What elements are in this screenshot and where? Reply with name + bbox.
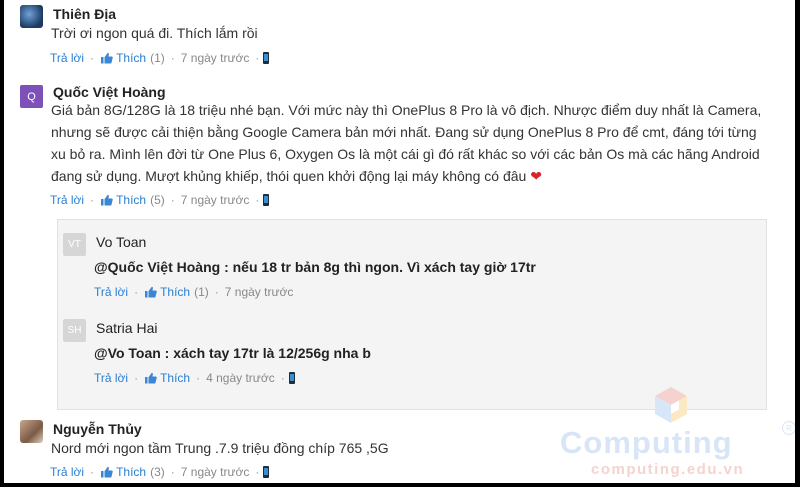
comment-actions: Trả lời · Thích (5) · 7 ngày trước ·	[50, 192, 270, 208]
comment-author[interactable]: Thiên Địa	[53, 6, 116, 22]
reply-text: @Quốc Việt Hoàng : nếu 18 tr bản 8g thì …	[94, 259, 536, 275]
watermark-brand: Computing	[560, 425, 733, 460]
like-label: Thích	[116, 193, 147, 207]
mobile-device-icon	[263, 194, 270, 206]
separator: ·	[90, 465, 95, 479]
reply-text: @Vo Toan : xách tay 17tr là 12/256g nha …	[94, 345, 371, 361]
separator: ·	[134, 285, 139, 299]
comment-text-line: đang sử dụng. Mượt khủng khiếp, thói que…	[51, 165, 781, 187]
separator: ·	[170, 465, 175, 479]
mobile-device-icon	[263, 466, 270, 478]
separator: ·	[90, 51, 95, 65]
like-count: (1)	[150, 51, 165, 65]
replies-box: VT Vo Toan @Quốc Việt Hoàng : nếu 18 tr …	[57, 219, 767, 410]
like-count: (3)	[150, 465, 165, 479]
like-button[interactable]: Thích	[144, 285, 190, 299]
avatar[interactable]	[20, 420, 43, 443]
comment-time: 7 ngày trước	[180, 193, 250, 207]
comment-text-fragment: đang sử dụng. Mượt khủng khiếp, thói que…	[51, 168, 527, 184]
like-label: Thích	[116, 51, 147, 65]
like-button[interactable]: Thích	[100, 193, 146, 207]
watermark-site: computing.edu.vn	[591, 461, 745, 478]
reply-author[interactable]: Satria Hai	[96, 320, 157, 336]
separator: ·	[170, 51, 175, 65]
reply-link[interactable]: Trả lời	[50, 51, 84, 65]
avatar[interactable]: VT	[63, 233, 86, 256]
like-label: Thích	[160, 371, 191, 385]
avatar[interactable]	[20, 5, 43, 28]
reply-link[interactable]: Trả lời	[50, 193, 84, 207]
reply-link[interactable]: Trả lời	[94, 285, 128, 299]
reply-actions: Trả lời · Thích (1) · 7 ngày trước	[94, 284, 293, 300]
comment-time: 7 ngày trước	[180, 51, 250, 65]
reply-link[interactable]: Trả lời	[94, 371, 128, 385]
watermark-logo: Computing R computing.edu.vn	[552, 383, 795, 483]
avatar[interactable]: Q	[20, 85, 43, 108]
mobile-device-icon	[288, 372, 295, 384]
like-label: Thích	[160, 285, 191, 299]
thumbs-up-icon	[145, 286, 157, 298]
registered-icon: R	[782, 421, 795, 435]
comment-list: Thiên Địa Trời ơi ngon quá đi. Thích lắm…	[4, 0, 795, 483]
like-count: (5)	[150, 193, 165, 207]
separator: ·	[214, 285, 219, 299]
heart-icon: ❤	[530, 168, 542, 184]
comment-text: Trời ơi ngon quá đi. Thích lắm rồi	[51, 25, 258, 41]
separator: ·	[280, 371, 285, 385]
comment-time: 7 ngày trước	[180, 465, 250, 479]
logo-mark-icon	[655, 387, 687, 423]
comment-author[interactable]: Quốc Việt Hoàng	[53, 84, 166, 100]
like-button[interactable]: Thích	[100, 51, 146, 65]
like-button[interactable]: Thích	[100, 465, 146, 479]
reply-time: 4 ngày trước	[206, 371, 275, 385]
comment-text: Giá bản 8G/128G là 18 triệu nhé bạn. Với…	[51, 99, 781, 187]
thumbs-up-icon	[101, 466, 113, 478]
comment-text-line: nhưng sẽ được cải thiện bằng Google Came…	[51, 124, 757, 140]
separator: ·	[90, 193, 95, 207]
separator: ·	[255, 193, 260, 207]
like-label: Thích	[116, 465, 147, 479]
reply-link[interactable]: Trả lời	[50, 465, 84, 479]
like-button[interactable]: Thích	[144, 371, 190, 385]
separator: ·	[255, 465, 260, 479]
separator: ·	[170, 193, 175, 207]
like-count: (1)	[194, 285, 209, 299]
avatar[interactable]: SH	[63, 319, 86, 342]
comment-text: Nord mới ngon tầm Trung .7.9 triệu đồng …	[51, 440, 389, 456]
separator: ·	[196, 371, 201, 385]
reply-actions: Trả lời · Thích · 4 ngày trước ·	[94, 370, 295, 386]
comment-author[interactable]: Nguyễn Thủy	[53, 421, 142, 437]
thumbs-up-icon	[145, 372, 157, 384]
thumbs-up-icon	[101, 194, 113, 206]
mobile-device-icon	[263, 52, 270, 64]
thumbs-up-icon	[101, 52, 113, 64]
separator: ·	[134, 371, 139, 385]
reply-time: 7 ngày trước	[224, 285, 294, 299]
comment-actions: Trả lời · Thích (3) · 7 ngày trước ·	[50, 464, 270, 480]
comment-text-line: Giá bản 8G/128G là 18 triệu nhé bạn. Với…	[51, 102, 762, 118]
comment-text-line: xu bỏ ra. Mình lên đời từ One Plus 6, Ox…	[51, 146, 760, 162]
comment-actions: Trả lời · Thích (1) · 7 ngày trước ·	[50, 50, 270, 66]
reply-author[interactable]: Vo Toan	[96, 234, 146, 250]
separator: ·	[255, 51, 260, 65]
